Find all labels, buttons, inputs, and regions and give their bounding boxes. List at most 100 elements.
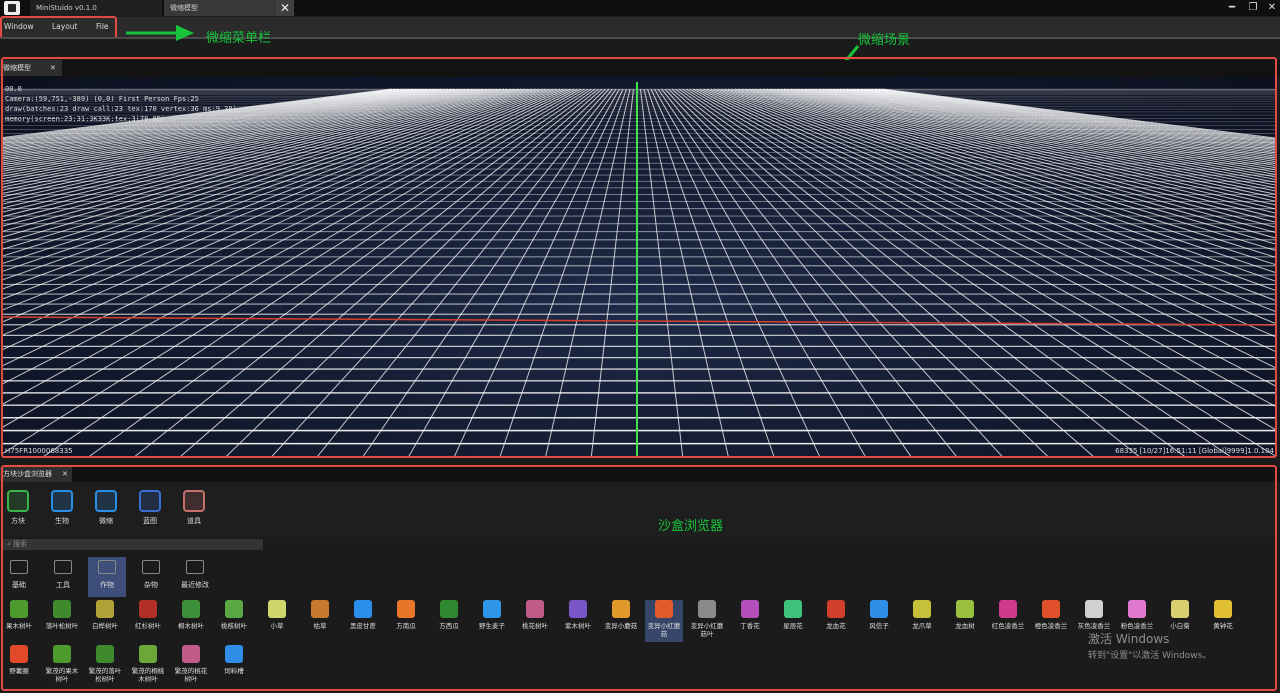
folder-label: 作物 bbox=[100, 581, 114, 589]
scene-viewport[interactable] bbox=[3, 77, 1275, 457]
block-item[interactable]: 丁香花 bbox=[731, 600, 769, 642]
block-icon bbox=[483, 600, 501, 618]
scene-tab-close-icon[interactable]: ✕ bbox=[50, 60, 56, 76]
block-item[interactable]: 星辰花 bbox=[774, 600, 812, 642]
block-icon bbox=[96, 645, 114, 663]
category-blueprint[interactable]: 蓝图 bbox=[132, 490, 168, 526]
block-label: 繁茂的落叶松树叶 bbox=[88, 667, 122, 683]
folder-item[interactable]: 最近修改 bbox=[176, 557, 214, 597]
block-item[interactable]: 枯草 bbox=[301, 600, 339, 642]
category-label: 道具 bbox=[187, 517, 201, 525]
block-icon bbox=[96, 600, 114, 618]
block-label: 变异小红蘑菇 bbox=[647, 622, 681, 638]
grid-line-vertical bbox=[713, 88, 1275, 312]
folder-item[interactable]: 杂物 bbox=[132, 557, 170, 597]
block-item[interactable]: 橙色凌香兰 bbox=[1032, 600, 1070, 642]
block-icon bbox=[526, 600, 544, 618]
block-item[interactable]: 方南瓜 bbox=[387, 600, 425, 642]
category-cursor[interactable]: 微缩 bbox=[88, 490, 124, 526]
block-item[interactable]: 红杉树叶 bbox=[129, 600, 167, 642]
grid-line-vertical bbox=[853, 88, 1275, 149]
block-item[interactable]: 桃花树叶 bbox=[516, 600, 554, 642]
block-icon bbox=[1214, 600, 1232, 618]
block-item[interactable]: 变异小红蘑菇叶 bbox=[688, 600, 726, 642]
folder-icon bbox=[98, 560, 116, 574]
block-label: 落叶松树叶 bbox=[45, 622, 79, 630]
block-item[interactable]: 龙血花 bbox=[817, 600, 855, 642]
block-item[interactable]: 小草 bbox=[258, 600, 296, 642]
minimize-button[interactable]: ━ bbox=[1222, 0, 1242, 16]
browser-tab-close-icon[interactable]: ✕ bbox=[62, 467, 68, 482]
block-label: 白桦树叶 bbox=[92, 622, 118, 630]
browser-tab[interactable]: 方块沙盒浏览器 ✕ bbox=[0, 467, 72, 482]
category-cycle[interactable]: 方块 bbox=[0, 490, 36, 526]
close-tab-icon[interactable]: ✕ bbox=[276, 0, 294, 16]
block-item[interactable]: 果木树叶 bbox=[0, 600, 38, 642]
block-item[interactable]: 紫木树叶 bbox=[559, 600, 597, 642]
block-label: 野生麦子 bbox=[479, 622, 505, 630]
grid-line-vertical bbox=[678, 88, 1187, 457]
cycle-icon bbox=[7, 490, 29, 512]
grid-line-vertical bbox=[3, 88, 589, 454]
block-item[interactable]: 繁茂的桃花树叶 bbox=[172, 645, 210, 687]
doc-tab[interactable]: 微缩模型 bbox=[164, 0, 276, 16]
block-label: 红色凌香兰 bbox=[991, 622, 1025, 630]
block-icon bbox=[999, 600, 1017, 618]
block-icon bbox=[569, 600, 587, 618]
block-label: 龙血花 bbox=[826, 622, 846, 630]
folder-icon bbox=[10, 560, 28, 574]
grid-line-vertical bbox=[316, 88, 613, 457]
block-item[interactable]: 红色凌香兰 bbox=[989, 600, 1027, 642]
category-creature[interactable]: 生物 bbox=[44, 490, 80, 526]
app-logo-icon bbox=[4, 1, 20, 15]
block-item[interactable]: 繁茂的落叶松树叶 bbox=[86, 645, 124, 687]
block-label: 枯草 bbox=[313, 622, 327, 630]
cursor-icon bbox=[95, 490, 117, 512]
window-close-button[interactable]: ✕ bbox=[1262, 0, 1280, 16]
block-item[interactable]: 龙爪草 bbox=[903, 600, 941, 642]
block-item[interactable]: 落叶松树叶 bbox=[43, 600, 81, 642]
block-icon bbox=[182, 600, 200, 618]
block-label: 桃核树叶 bbox=[221, 622, 247, 630]
block-icon bbox=[53, 645, 71, 663]
folder-item[interactable]: 工具 bbox=[44, 557, 82, 597]
grid-canvas bbox=[3, 82, 1275, 457]
block-item[interactable]: 方西瓜 bbox=[430, 600, 468, 642]
blueprint-icon bbox=[139, 490, 161, 512]
block-item[interactable]: 风信子 bbox=[860, 600, 898, 642]
grid-line-vertical bbox=[3, 88, 536, 250]
block-item[interactable]: 黄钟花 bbox=[1204, 600, 1242, 642]
folder-item[interactable]: 基础 bbox=[0, 557, 38, 597]
grid-line-vertical bbox=[362, 88, 617, 457]
block-item[interactable]: 黑皮甘蔗 bbox=[344, 600, 382, 642]
app-tab[interactable]: MiniStuido v0.1.0 [Uin:1000068335] bbox=[30, 0, 162, 28]
restore-button[interactable]: ❐ bbox=[1243, 0, 1263, 16]
grid-line-vertical bbox=[453, 88, 624, 457]
creature-icon bbox=[51, 490, 73, 512]
block-icon bbox=[225, 600, 243, 618]
block-item[interactable]: 野薯圈 bbox=[0, 645, 38, 687]
scene-tab[interactable]: 微缩模型 ✕ bbox=[0, 60, 62, 76]
block-item[interactable]: 繁茂的果木树叶 bbox=[43, 645, 81, 687]
block-icon bbox=[870, 600, 888, 618]
menubar-annotation: 微缩菜单栏 bbox=[206, 31, 272, 46]
block-item[interactable]: 变异小红蘑菇 bbox=[645, 600, 683, 642]
block-item[interactable]: 桐木树叶 bbox=[172, 600, 210, 642]
block-item[interactable]: 白桦树叶 bbox=[86, 600, 124, 642]
category-item[interactable]: 道具 bbox=[176, 490, 212, 526]
block-item[interactable]: 桃核树叶 bbox=[215, 600, 253, 642]
block-item[interactable]: 变异小蘑菇 bbox=[602, 600, 640, 642]
category-label: 生物 bbox=[55, 517, 69, 525]
folder-icon bbox=[142, 560, 160, 574]
block-item[interactable]: 龙血树 bbox=[946, 600, 984, 642]
block-icon bbox=[354, 600, 372, 618]
block-item[interactable]: 繁茂的桐桃木树叶 bbox=[129, 645, 167, 687]
folder-item[interactable]: 作物 bbox=[88, 557, 126, 597]
block-item[interactable]: 野生麦子 bbox=[473, 600, 511, 642]
block-item[interactable]: 饲料槽 bbox=[215, 645, 253, 687]
search-input[interactable]: ⌕ 搜索 bbox=[3, 539, 263, 550]
block-label: 龙血树 bbox=[955, 622, 975, 630]
block-label: 橙色凌香兰 bbox=[1034, 622, 1068, 630]
block-label: 野薯圈 bbox=[9, 667, 29, 675]
folder-icon bbox=[186, 560, 204, 574]
